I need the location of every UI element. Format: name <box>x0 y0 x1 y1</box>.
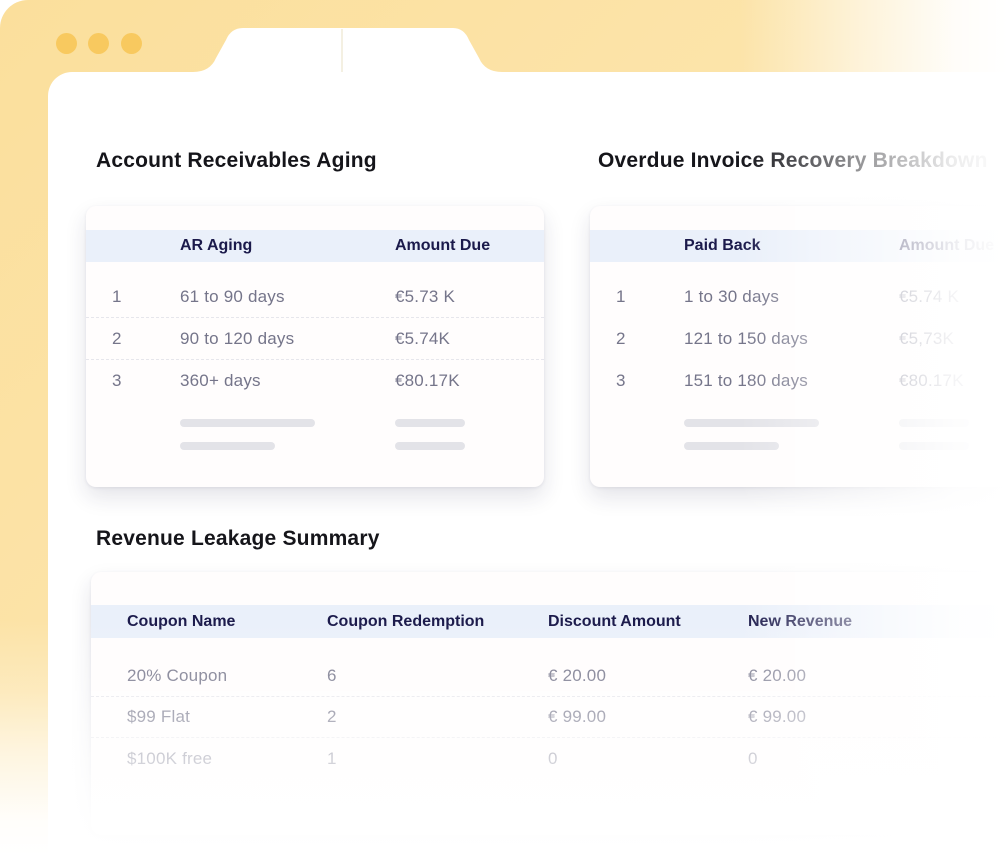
skeleton-bar <box>395 419 465 427</box>
row-index: 3 <box>86 371 180 391</box>
skeleton-bar <box>684 419 819 427</box>
section-title-overdue-recovery: Overdue Invoice Recovery Breakdown <box>598 149 988 173</box>
loading-skeleton <box>590 419 1008 450</box>
discount-amount: € 20.00 <box>548 666 748 686</box>
amount-due: €5,73K <box>899 329 1008 349</box>
aging-bucket: 61 to 90 days <box>180 287 395 307</box>
table-row: 1 1 to 30 days €5.74 K <box>590 262 1008 318</box>
column-header: Amount Due <box>899 237 1008 255</box>
coupon-name: $100K free <box>91 749 260 769</box>
amount-due: €5.74K <box>395 329 544 349</box>
table-row: 3 151 to 180 days €80.17K <box>590 360 1008 402</box>
browser-tab[interactable] <box>0 0 1008 73</box>
table-row: $100K free 1 0 0 <box>91 738 1008 779</box>
skeleton-bar <box>684 442 779 450</box>
column-header: Coupon Redemption <box>327 613 548 631</box>
table-row: 1 61 to 90 days €5.73 K <box>86 262 544 318</box>
coupon-redemption: 6 <box>327 666 548 686</box>
skeleton-bar <box>180 442 275 450</box>
coupon-redemption: 2 <box>327 707 548 727</box>
row-index: 1 <box>86 287 180 307</box>
paid-back-bucket: 1 to 30 days <box>684 287 899 307</box>
loading-skeleton <box>86 419 544 450</box>
window-control-dot[interactable] <box>56 33 77 54</box>
paid-back-bucket: 121 to 150 days <box>684 329 899 349</box>
table-row: 2 90 to 120 days €5.74K <box>86 318 544 360</box>
dashboard-illustration: Account Receivables Aging Overdue Invoic… <box>0 0 1008 856</box>
column-header: New Revenue <box>748 613 1008 631</box>
skeleton-bar <box>899 442 969 450</box>
overdue-recovery-header-row: Paid Back Amount Due <box>590 230 1008 262</box>
row-index: 2 <box>590 329 684 349</box>
amount-due: €5.74 K <box>899 287 1008 307</box>
overdue-recovery-card: Paid Back Amount Due 1 1 to 30 days €5.7… <box>590 206 1008 487</box>
table-row: $99 Flat 2 € 99.00 € 99.00 <box>91 697 1008 738</box>
column-header: Coupon Name <box>91 613 260 631</box>
discount-amount: € 99.00 <box>548 707 748 727</box>
table-row: 3 360+ days €80.17K <box>86 360 544 402</box>
skeleton-bar <box>395 442 465 450</box>
revenue-leakage-header-row: Coupon Name Coupon Redemption Discount A… <box>91 605 1008 638</box>
skeleton-bar <box>899 419 969 427</box>
column-header: Amount Due <box>395 237 544 255</box>
coupon-name: 20% Coupon <box>91 666 260 686</box>
discount-amount: 0 <box>548 749 748 769</box>
section-title-revenue-leakage: Revenue Leakage Summary <box>96 527 380 551</box>
column-header: AR Aging <box>180 237 395 255</box>
new-revenue: € 99.00 <box>748 707 1008 727</box>
section-title-ar-aging: Account Receivables Aging <box>96 149 377 173</box>
table-row: 2 121 to 150 days €5,73K <box>590 318 1008 360</box>
paid-back-bucket: 151 to 180 days <box>684 371 899 391</box>
amount-due: €80.17K <box>899 371 1008 391</box>
window-control-dot[interactable] <box>88 33 109 54</box>
aging-bucket: 360+ days <box>180 371 395 391</box>
row-index: 2 <box>86 329 180 349</box>
aging-bucket: 90 to 120 days <box>180 329 395 349</box>
ar-aging-header-row: AR Aging Amount Due <box>86 230 544 262</box>
table-row: 20% Coupon 6 € 20.00 € 20.00 <box>91 638 1008 697</box>
column-header: Paid Back <box>684 237 899 255</box>
ar-aging-card: AR Aging Amount Due 1 61 to 90 days €5.7… <box>86 206 544 487</box>
amount-due: €5.73 K <box>395 287 544 307</box>
revenue-leakage-card: Coupon Name Coupon Redemption Discount A… <box>91 572 1008 835</box>
new-revenue: € 20.00 <box>748 666 1008 686</box>
column-header: Discount Amount <box>548 613 748 631</box>
coupon-name: $99 Flat <box>91 707 260 727</box>
tab-shape <box>193 28 502 72</box>
row-index: 3 <box>590 371 684 391</box>
skeleton-bar <box>180 419 315 427</box>
row-index: 1 <box>590 287 684 307</box>
new-revenue: 0 <box>748 749 1008 769</box>
amount-due: €80.17K <box>395 371 544 391</box>
coupon-redemption: 1 <box>327 749 548 769</box>
window-control-dot[interactable] <box>121 33 142 54</box>
